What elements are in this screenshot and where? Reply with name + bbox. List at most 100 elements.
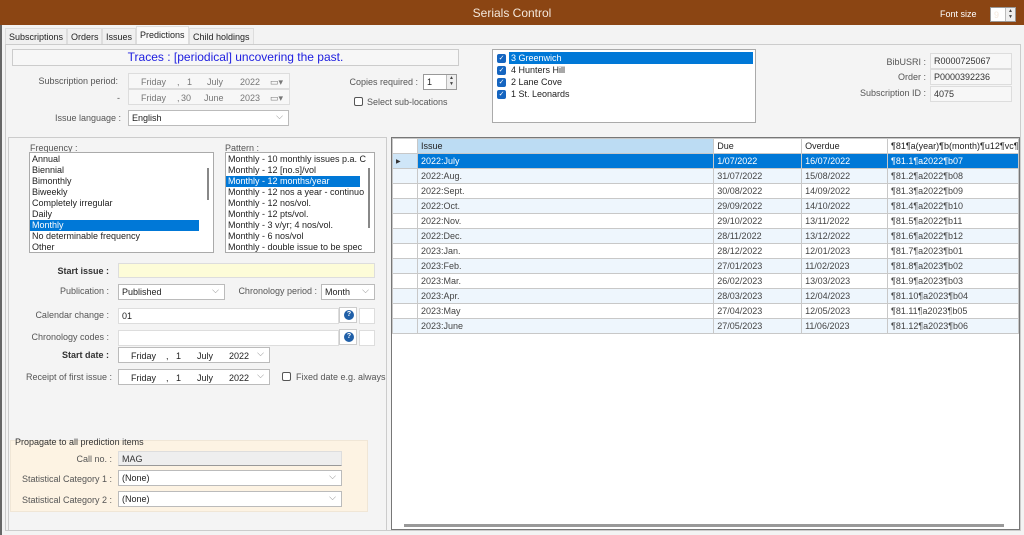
day: Friday — [131, 351, 157, 361]
tab-subscriptions[interactable]: Subscriptions — [5, 28, 67, 44]
cell-code: ¶81.12¶a2023¶b06 — [886, 318, 1020, 334]
subscription-id-label: Subscription ID : — [859, 88, 926, 98]
column-code[interactable]: ¶81¶a(year)¶b(month)¶u12¶vc¶ — [886, 138, 1020, 154]
cell-issue: 2023:Jan. — [416, 243, 715, 259]
row-header[interactable] — [392, 243, 418, 259]
chronology-codes-extra[interactable] — [359, 330, 375, 346]
font-size-spinner[interactable]: 9 ▲ ▼ — [990, 7, 1016, 22]
chronology-period-dropdown[interactable]: Month — [321, 284, 375, 300]
tab-issues[interactable]: Issues — [102, 28, 136, 44]
calendar-change-extra[interactable] — [359, 308, 375, 324]
spinner-arrows-icon[interactable]: ▲ ▼ — [446, 75, 456, 89]
row-header[interactable] — [392, 198, 418, 214]
start-date-picker[interactable]: Friday, 1 July 2022 — [118, 347, 270, 363]
row-header[interactable] — [392, 258, 418, 274]
order-value: P0000392236 — [930, 69, 1012, 85]
table-row[interactable]: 2022:Nov. 29/10/2022 13/11/2022 ¶81.5¶a2022… — [392, 213, 1020, 229]
frequency-list[interactable]: Annual Biennial Bimonthly Biweekly Completel… — [29, 152, 214, 253]
pattern-option[interactable]: Monthly - 12 months/year — [226, 176, 360, 187]
location-item[interactable]: ✓ 3 Greenwich — [495, 52, 753, 64]
location-item[interactable]: ✓ 1 St. Leonards — [495, 88, 753, 100]
table-row[interactable]: 2023:Mar. 26/02/2023 13/03/2023 ¶81.9¶a2023… — [392, 273, 1020, 289]
pattern-option[interactable]: Monthly - 10 monthly issues p.a. C — [226, 154, 366, 165]
table-row[interactable]: 2023:June 27/05/2023 11/06/2023 ¶81.12¶a202… — [392, 318, 1020, 334]
pattern-list[interactable]: Monthly - 10 monthly issues p.a. C Monthl… — [225, 152, 375, 253]
frequency-option[interactable]: No determinable frequency — [30, 231, 199, 242]
receipt-date-picker[interactable]: Friday, 1 July 2022 — [118, 369, 270, 385]
select-sublocations-checkbox[interactable] — [354, 97, 363, 106]
subscription-start-date[interactable]: Friday, 1 July 2022 ▭▾ — [128, 73, 290, 89]
row-header[interactable] — [392, 228, 418, 244]
frequency-option[interactable]: Bimonthly — [30, 176, 199, 187]
pattern-option[interactable]: Monthly - double issue to be spec — [226, 242, 362, 252]
cell-overdue: 16/07/2022 — [801, 153, 888, 169]
tab-predictions[interactable]: Predictions — [136, 26, 189, 44]
start-issue-input[interactable] — [118, 263, 375, 278]
pattern-option[interactable]: Monthly - 6 nos/vol — [226, 231, 360, 242]
location-item[interactable]: ✓ 2 Lane Cove — [495, 76, 753, 88]
statistical-category-1-dropdown[interactable]: (None) — [118, 470, 342, 486]
calendar-change-help-icon[interactable] — [339, 307, 357, 323]
pattern-option[interactable]: Monthly - 12 pts/vol. — [226, 209, 360, 220]
row-header[interactable] — [392, 288, 418, 304]
table-row[interactable]: 2022:Aug. 31/07/2022 15/08/2022 ¶81.2¶a2022… — [392, 168, 1020, 184]
table-row[interactable]: ▶ 2022:July 1/07/2022 16/07/2022 ¶81.1¶a2022… — [392, 153, 1020, 169]
row-header[interactable] — [392, 168, 418, 184]
frequency-option[interactable]: Biweekly — [30, 187, 199, 198]
predictions-grid[interactable]: Issue Due Overdue ¶81¶a(year)¶b(month)¶u… — [391, 137, 1020, 530]
calendar-icon[interactable]: ▭▾ — [270, 77, 283, 88]
table-row[interactable]: 2023:Apr. 28/03/2023 12/04/2023 ¶81.10¶a202… — [392, 288, 1020, 304]
chronology-codes-input[interactable] — [118, 330, 339, 346]
frequency-option[interactable]: Completely irregular — [30, 198, 199, 209]
frequency-option[interactable]: Other — [30, 242, 199, 252]
tab-child-holdings[interactable]: Child holdings — [189, 28, 254, 44]
horizontal-scrollbar[interactable] — [404, 524, 1004, 527]
frequency-option[interactable]: Monthly — [30, 220, 199, 231]
column-due[interactable]: Due — [713, 138, 803, 154]
issue-language-dropdown[interactable]: English — [128, 110, 289, 126]
pattern-option[interactable]: Monthly - 12 nos/vol. — [226, 198, 360, 209]
table-row[interactable]: 2023:Jan. 28/12/2022 12/01/2023 ¶81.7¶a2023… — [392, 243, 1020, 259]
locations-list[interactable]: ✓ 3 Greenwich ✓ 4 Hunters Hill ✓ 2 Lane Cove ✓… — [492, 49, 756, 123]
column-issue[interactable]: Issue — [416, 138, 715, 154]
tab-orders[interactable]: Orders — [67, 28, 102, 44]
pattern-option[interactable]: Monthly - 3 v/yr; 4 nos/vol. — [226, 220, 360, 231]
row-header[interactable] — [392, 318, 418, 334]
statistical-category-2-dropdown[interactable]: (None) — [118, 491, 342, 507]
subscription-end-date[interactable]: Friday, 30 June 2023 ▭▾ — [128, 89, 290, 105]
pattern-option[interactable]: Monthly - 12 nos a year - continuo — [226, 187, 364, 198]
order-label: Order : — [897, 72, 926, 82]
subscription-period-label: Subscription period: — [38, 76, 118, 86]
row-header[interactable] — [392, 273, 418, 289]
cell-overdue: 12/01/2023 — [801, 243, 888, 259]
table-row[interactable]: 2023:Feb. 27/01/2023 11/02/2023 ¶81.8¶a2023… — [392, 258, 1020, 274]
spinner-arrows-icon[interactable]: ▲ ▼ — [1005, 8, 1015, 21]
copies-required-spinner[interactable]: 1 ▲ ▼ — [423, 74, 457, 90]
pattern-option[interactable]: Monthly - 12 [no.s]/vol — [226, 165, 360, 176]
column-overdue[interactable]: Overdue — [801, 138, 888, 154]
chronology-codes-help-icon[interactable] — [339, 329, 357, 345]
row-header[interactable] — [392, 183, 418, 199]
table-row[interactable]: 2022:Dec. 28/11/2022 13/12/2022 ¶81.6¶a2022… — [392, 228, 1020, 244]
checkbox-checked-icon[interactable]: ✓ — [497, 53, 506, 63]
row-header[interactable] — [392, 213, 418, 229]
calendar-change-input[interactable]: 01 — [118, 308, 339, 324]
call-no-input[interactable]: MAG — [118, 451, 342, 466]
table-row[interactable]: 2022:Sept. 30/08/2022 14/09/2022 ¶81.3¶a202… — [392, 183, 1020, 199]
publication-dropdown[interactable]: Published — [118, 284, 225, 300]
frequency-option[interactable]: Biennial — [30, 165, 199, 176]
predictions-table: Issue Due Overdue ¶81¶a(year)¶b(month)¶u… — [392, 138, 1020, 334]
checkbox-checked-icon[interactable]: ✓ — [497, 89, 506, 99]
location-item[interactable]: ✓ 4 Hunters Hill — [495, 64, 753, 76]
checkbox-checked-icon[interactable]: ✓ — [497, 77, 506, 87]
calendar-icon[interactable]: ▭▾ — [270, 93, 283, 104]
fixed-date-checkbox[interactable] — [282, 372, 291, 381]
table-row[interactable]: 2023:May 27/04/2023 12/05/2023 ¶81.11¶a2023… — [392, 303, 1020, 319]
current-row-indicator-icon[interactable]: ▶ — [392, 153, 418, 169]
checkbox-checked-icon[interactable]: ✓ — [497, 65, 506, 75]
frequency-option[interactable]: Daily — [30, 209, 199, 220]
row-header[interactable] — [392, 303, 418, 319]
cell-due: 27/01/2023 — [713, 258, 803, 274]
frequency-option[interactable]: Annual — [30, 154, 199, 165]
table-row[interactable]: 2022:Oct. 29/09/2022 14/10/2022 ¶81.4¶a2022… — [392, 198, 1020, 214]
